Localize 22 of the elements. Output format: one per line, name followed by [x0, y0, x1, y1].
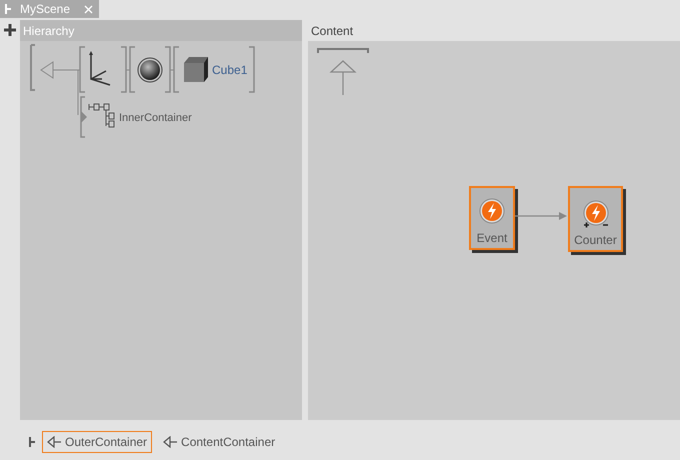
container-arrow-icon [47, 436, 61, 448]
cube-node-drawing[interactable] [173, 46, 255, 93]
container-arrow-icon [163, 436, 178, 448]
parent-container-icon[interactable] [317, 47, 369, 97]
add-icon[interactable] [4, 24, 16, 36]
inner-container-node-drawing[interactable] [80, 96, 114, 138]
counter-node[interactable]: Counter [568, 186, 623, 252]
container-node-drawing [30, 44, 80, 116]
counter-icon [582, 200, 610, 230]
panel-header: Hierarchy [20, 20, 302, 41]
event-node[interactable]: Event [469, 186, 515, 250]
connector-arrow [515, 212, 567, 220]
container-icon [28, 436, 36, 448]
breadcrumb[interactable]: ContentContainer [158, 431, 280, 453]
node-label: Cube1 [212, 63, 248, 77]
container-icon [4, 3, 12, 15]
document-tab[interactable]: MyScene [0, 0, 100, 18]
sphere-node-drawing[interactable] [129, 46, 171, 93]
axes-node-drawing[interactable] [79, 46, 127, 93]
breadcrumb[interactable]: OuterContainer [42, 431, 152, 453]
panel-header: Content [310, 22, 354, 40]
node-label: InnerContainer [119, 112, 192, 124]
